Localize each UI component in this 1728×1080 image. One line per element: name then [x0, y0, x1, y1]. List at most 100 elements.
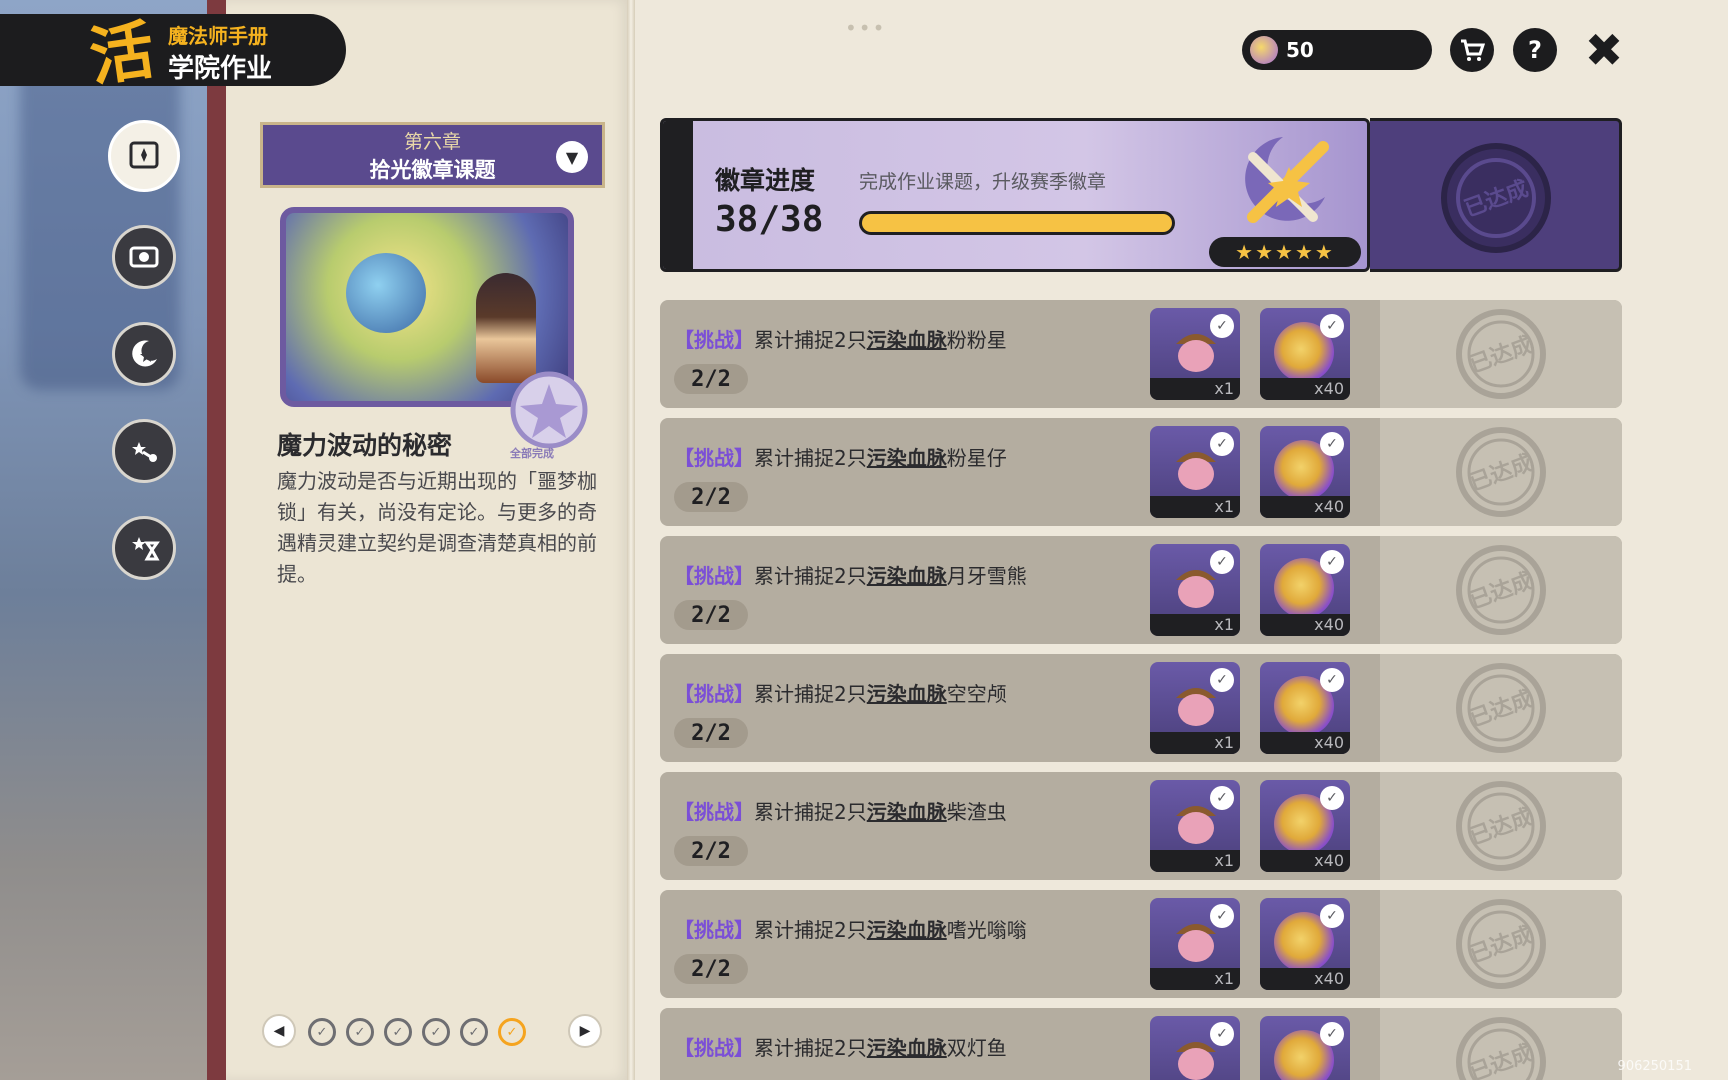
achieved-stamp-icon: 已达成: [1441, 143, 1551, 253]
story-description: 魔力波动是否与近期出现的「噩梦枷锁」有关，尚没有定论。与更多的奇遇精灵建立契约是…: [277, 469, 597, 586]
task-progress: 2/2: [674, 600, 748, 630]
reward-coin[interactable]: x40 ✓: [1260, 662, 1350, 754]
task-text: 累计捕捉2只: [754, 918, 867, 942]
task-row[interactable]: 【挑战】累计捕捉2只污染血脉空空颅 2/2 x1 ✓ x40 ✓ 已达成: [660, 654, 1622, 762]
academy-logo: 活: [85, 13, 159, 96]
check-icon: ✓: [1320, 432, 1344, 456]
task-tag: 【挑战】: [674, 918, 754, 942]
task-label: 【挑战】累计捕捉2只污染血脉粉星仔: [674, 442, 1007, 471]
reward-quantity: x40: [1314, 497, 1344, 516]
nav-fist-scroll[interactable]: [112, 225, 176, 289]
book-spine: [627, 0, 635, 1080]
task-highlight: 污染血脉: [866, 564, 947, 588]
check-icon: ✓: [354, 1024, 366, 1040]
achieved-stamp-icon: 已达成: [1456, 309, 1546, 399]
currency-display: 50: [1242, 30, 1432, 70]
task-progress: 2/2: [674, 482, 748, 512]
task-progress: 2/2: [674, 836, 748, 866]
close-button[interactable]: ✖: [1580, 23, 1628, 77]
task-row[interactable]: 【挑战】累计捕捉2只污染血脉粉星仔 2/2 x1 ✓ x40 ✓ 已达成: [660, 418, 1622, 526]
nav-star-moon[interactable]: [112, 322, 176, 386]
menu-dots[interactable]: •••: [845, 16, 886, 40]
check-icon: ✓: [392, 1024, 404, 1040]
reward-coin[interactable]: x40 ✓: [1260, 308, 1350, 400]
star-coin-icon: [1250, 36, 1278, 64]
achieved-stamp-icon: 已达成: [1456, 427, 1546, 517]
nav-compass-book[interactable]: [108, 120, 180, 192]
creature-art: [346, 253, 426, 333]
homework-title: 学院作业: [168, 54, 273, 84]
cart-icon: [1461, 39, 1485, 61]
prev-chapter-button[interactable]: ◀: [262, 1014, 296, 1048]
chapter-dot[interactable]: ✓: [340, 1012, 380, 1052]
task-label: 【挑战】累计捕捉2只污染血脉月牙雪熊: [674, 560, 1027, 589]
badge-progress-card: 徽章进度 完成作业课题，升级赛季徽章 38/38 ★★★★★: [660, 118, 1370, 272]
task-row[interactable]: 【挑战】累计捕捉2只污染血脉粉粉星 2/2 x1 ✓ x40 ✓ 已达成: [660, 300, 1622, 408]
chapter-dot[interactable]: ✓: [378, 1012, 418, 1052]
reward-acorn[interactable]: x1 ✓: [1150, 898, 1240, 990]
reward-acorn[interactable]: x1 ✓: [1150, 426, 1240, 518]
task-tag: 【挑战】: [674, 328, 754, 352]
task-label: 【挑战】累计捕捉2只污染血脉双灯鱼: [674, 1032, 1007, 1061]
check-icon: ✓: [1320, 314, 1344, 338]
chapter-dot[interactable]: ✓: [454, 1012, 494, 1052]
reward-coin[interactable]: x40 ✓: [1260, 544, 1350, 636]
reward-acorn[interactable]: x1 ✓: [1150, 544, 1240, 636]
currency-value: 50: [1286, 38, 1314, 62]
story-title: 魔力波动的秘密: [277, 431, 453, 460]
reward-coin[interactable]: x40 ✓: [1260, 898, 1350, 990]
chapter-dot[interactable]: ✓: [302, 1012, 342, 1052]
task-target: 空空颅: [946, 682, 1007, 706]
task-row[interactable]: 【挑战】累计捕捉2只污染血脉月牙雪熊 2/2 x1 ✓ x40 ✓ 已达成: [660, 536, 1622, 644]
chapter-selector[interactable]: 第六章 拾光徽章课题 ▼: [260, 122, 605, 188]
task-highlight: 污染血脉: [866, 682, 947, 706]
badge-progress-title: 徽章进度: [715, 166, 816, 195]
chapter-dot[interactable]: ✓: [416, 1012, 456, 1052]
star-hourglass-icon: [132, 537, 160, 561]
achieved-stamp-icon: 已达成: [1456, 899, 1546, 989]
check-icon: ✓: [1210, 432, 1234, 456]
reward-quantity: x40: [1314, 615, 1344, 634]
task-tag: 【挑战】: [674, 446, 754, 470]
uid-watermark: 906250151: [1617, 1059, 1692, 1074]
star-moon-icon: [132, 340, 157, 367]
reward-coin[interactable]: ✓: [1260, 1016, 1350, 1080]
achieved-stamp-icon: 已达成: [1456, 1017, 1546, 1080]
all-complete-label: 全部完成: [510, 447, 554, 460]
reward-quantity: x1: [1214, 497, 1234, 516]
task-row[interactable]: 【挑战】累计捕捉2只污染血脉柴渣虫 2/2 x1 ✓ x40 ✓ 已达成: [660, 772, 1622, 880]
reward-quantity: x40: [1314, 969, 1344, 988]
help-button[interactable]: ?: [1513, 28, 1557, 72]
nav-star-branch[interactable]: [112, 419, 176, 483]
task-row[interactable]: 【挑战】累计捕捉2只污染血脉双灯鱼 ✓ ✓ 已达成: [660, 1008, 1622, 1080]
shop-button[interactable]: [1450, 28, 1494, 72]
reward-coin[interactable]: x40 ✓: [1260, 780, 1350, 872]
next-chapter-button[interactable]: ▶: [568, 1014, 602, 1048]
handbook-title: 魔法师手册: [168, 24, 268, 48]
task-text: 累计捕捉2只: [754, 800, 867, 824]
reward-acorn[interactable]: x1 ✓: [1150, 780, 1240, 872]
task-label: 【挑战】累计捕捉2只污染血脉嗜光嗡嗡: [674, 914, 1027, 943]
task-progress: 2/2: [674, 954, 748, 984]
task-progress: 2/2: [674, 718, 748, 748]
check-icon: ✓: [1320, 1022, 1344, 1046]
reward-acorn[interactable]: x1 ✓: [1150, 662, 1240, 754]
reward-quantity: x1: [1214, 969, 1234, 988]
task-text: 累计捕捉2只: [754, 328, 867, 352]
reward-quantity: x40: [1314, 733, 1344, 752]
star-branch-icon: [132, 442, 157, 462]
check-icon: ✓: [430, 1024, 442, 1040]
task-label: 【挑战】累计捕捉2只污染血脉空空颅: [674, 678, 1007, 707]
reward-acorn[interactable]: x1 ✓: [1150, 308, 1240, 400]
chapter-dot[interactable]: ✓: [492, 1012, 532, 1052]
reward-coin[interactable]: x40 ✓: [1260, 426, 1350, 518]
chapter-pager: ◀ ✓ ✓ ✓ ✓ ✓ ✓ ▶: [262, 1012, 606, 1052]
reward-acorn[interactable]: ✓: [1150, 1016, 1240, 1080]
achieved-stamp-text: 已达成: [1466, 1040, 1537, 1080]
chevron-down-icon[interactable]: ▼: [556, 141, 588, 173]
task-highlight: 污染血脉: [866, 800, 947, 824]
check-icon: ✓: [1210, 314, 1234, 338]
nav-star-hourglass[interactable]: [112, 516, 176, 580]
task-row[interactable]: 【挑战】累计捕捉2只污染血脉嗜光嗡嗡 2/2 x1 ✓ x40 ✓ 已达成: [660, 890, 1622, 998]
badge-star-rating: ★★★★★: [1209, 237, 1361, 267]
